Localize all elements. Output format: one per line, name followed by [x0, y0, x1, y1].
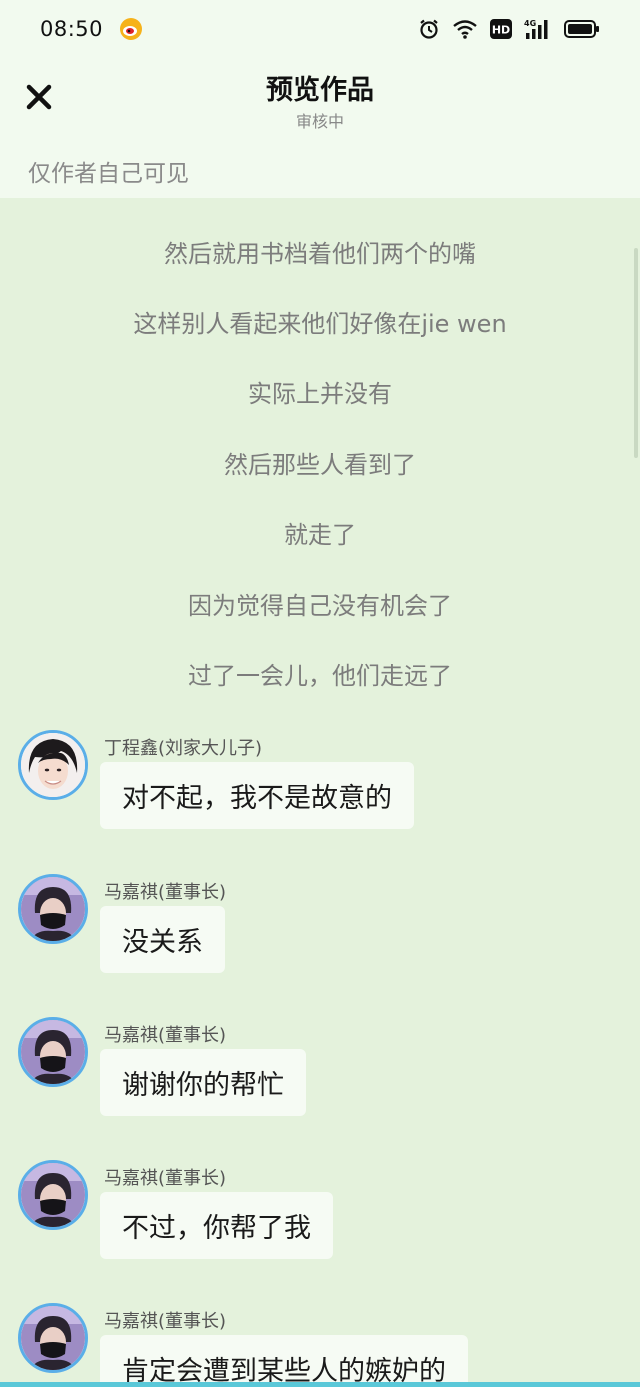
avatar[interactable]	[18, 874, 88, 944]
hd-label: HD	[492, 24, 510, 37]
status-icons: HD 4G	[418, 18, 600, 40]
story-content[interactable]: 然后就用书档着他们两个的嘴 这样别人看起来他们好像在jie wen 实际上并没有…	[0, 198, 640, 1387]
battery-icon	[564, 19, 600, 39]
sender-name: 马嘉祺(董事长)	[104, 882, 227, 903]
narration-line: 实际上并没有	[248, 380, 392, 408]
review-status: 审核中	[295, 112, 344, 131]
narration-line: 然后就用书档着他们两个的嘴	[164, 240, 476, 268]
sender-name: 马嘉祺(董事长)	[104, 1168, 227, 1189]
narration-line: 就走了	[284, 521, 356, 549]
chat-message: 丁程鑫(刘家大儿子) 对不起，我不是故意的	[0, 730, 640, 850]
narration-line: 这样别人看起来他们好像在jie wen	[133, 310, 507, 338]
message-bubble[interactable]: 肯定会遭到某些人的嫉妒的	[100, 1335, 468, 1387]
4g-signal-icon: 4G	[524, 18, 552, 40]
status-bar: 08:50 HD 4G	[0, 0, 640, 58]
sender-name: 马嘉祺(董事长)	[104, 1311, 227, 1332]
wifi-icon	[452, 18, 478, 40]
chat-message: 马嘉祺(董事长) 肯定会遭到某些人的嫉妒的	[0, 1303, 640, 1387]
message-bubble[interactable]: 谢谢你的帮忙	[100, 1049, 306, 1116]
chat-message: 马嘉祺(董事长) 谢谢你的帮忙	[0, 1017, 640, 1137]
sender-name: 丁程鑫(刘家大儿子)	[104, 738, 263, 759]
message-bubble[interactable]: 对不起，我不是故意的	[100, 762, 414, 829]
bottom-accent-bar	[0, 1382, 640, 1387]
sender-name: 马嘉祺(董事长)	[104, 1025, 227, 1046]
hd-icon: HD	[490, 19, 512, 39]
message-bubble[interactable]: 不过，你帮了我	[100, 1192, 333, 1259]
avatar[interactable]	[18, 1017, 88, 1087]
status-time: 08:50	[40, 17, 104, 41]
avatar[interactable]	[18, 1160, 88, 1230]
scrollbar[interactable]	[634, 248, 638, 458]
narration-block: 然后就用书档着他们两个的嘴 这样别人看起来他们好像在jie wen 实际上并没有…	[0, 198, 640, 698]
visibility-note: 仅作者自己可见	[28, 161, 189, 187]
chat-message: 马嘉祺(董事长) 不过，你帮了我	[0, 1160, 640, 1280]
page-title: 预览作品	[266, 75, 374, 106]
narration-line: 过了一会儿，他们走远了	[188, 662, 452, 690]
weibo-icon	[119, 17, 143, 41]
header: 预览作品 审核中 仅作者自己可见	[0, 58, 640, 198]
alarm-icon	[418, 18, 440, 40]
avatar[interactable]	[18, 730, 88, 800]
network-label: 4G	[524, 19, 536, 28]
message-bubble[interactable]: 没关系	[100, 906, 225, 973]
narration-line: 因为觉得自己没有机会了	[188, 592, 452, 620]
avatar[interactable]	[18, 1303, 88, 1373]
narration-line: 然后那些人看到了	[224, 451, 416, 479]
chat-message: 马嘉祺(董事长) 没关系	[0, 874, 640, 994]
